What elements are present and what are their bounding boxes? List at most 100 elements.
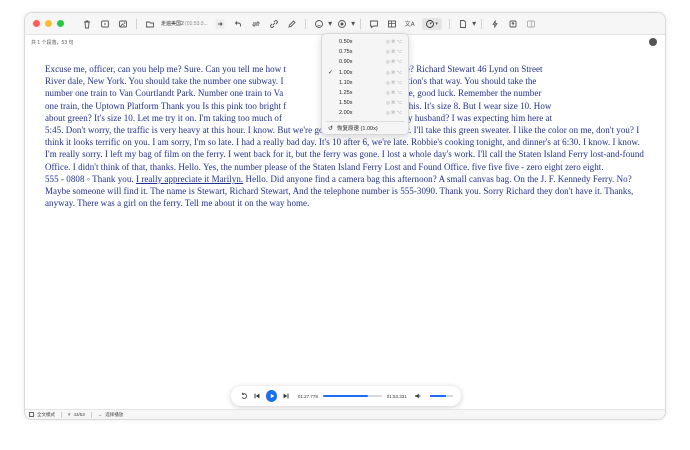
shortcut-hint-icon: ◎ ⌘ ⌥ [385, 79, 402, 85]
toolbar-divider [480, 18, 482, 29]
sidebar-icon[interactable] [525, 18, 537, 30]
arrow-right-icon[interactable] [214, 18, 226, 30]
speed-option[interactable]: 0.90x ◎ ⌘ ⌥ [322, 57, 408, 67]
view-mode-label: 全文模式 [37, 411, 55, 417]
translate-icon[interactable]: 文A [404, 18, 416, 30]
paragraph-count: 共 1 个段落，53 句 [31, 39, 74, 46]
sentence-counter: #43/53 [68, 412, 85, 417]
minimize-window-button[interactable] [45, 20, 52, 27]
speed-option-label: 1.00x [339, 69, 353, 76]
play-selection-label: 选择播放 [105, 411, 124, 417]
chevron-down-icon[interactable]: ▾ [472, 18, 477, 30]
zoom-window-button[interactable] [57, 20, 64, 27]
speed-option[interactable]: 1.25x ◎ ⌘ ⌥ [322, 88, 408, 98]
chevron-down-icon[interactable]: ▾ [351, 18, 356, 30]
archive-icon[interactable] [99, 18, 111, 30]
speed-options: 0.50x ◎ ⌘ ⌥ 0.75x ◎ ⌘ ⌥ 0.90x ◎ ⌘ ⌥ ✓ 1.00x ◎ ⌘ … [322, 37, 408, 119]
status-bar: 全文模式 #43/53 → 选择播放 [25, 409, 665, 419]
reset-speed-item[interactable]: ↺ 恢复原速 (1.00x) [322, 124, 408, 134]
shortcut-hint-icon: ◎ ⌘ ⌥ [385, 39, 402, 44]
file-title: 走遍美国2 (01:53:3... [161, 20, 208, 27]
reset-speed-label: 恢复原速 (1.00x) [337, 125, 378, 132]
shortcut-hint-icon: ◎ ⌘ ⌥ [385, 49, 402, 55]
speed-option[interactable]: 1.50x ◎ ⌘ ⌥ [322, 98, 408, 108]
current-time: 01:27.778 [297, 393, 318, 399]
speed-option-label: 0.75x [339, 49, 353, 56]
titlebar: 走遍美国2 (01:53:3... ▾ ▾ 文A ▾ ▾ [25, 13, 665, 35]
speed-option-label: 1.25x [339, 89, 353, 96]
audio-player: 01:27.778 01:53.331 [231, 386, 461, 406]
volume-slider[interactable] [430, 395, 453, 397]
text-segment: 555 - 0808 ◦ Thank you. [45, 173, 136, 184]
document-icon [29, 412, 34, 417]
toolbar-divider [359, 18, 361, 29]
progress-slider[interactable] [322, 395, 382, 397]
document-icon[interactable] [457, 18, 469, 30]
hash-icon: # [68, 412, 71, 417]
sentence-count: 43/53 [73, 412, 85, 417]
settings-icon[interactable] [649, 38, 657, 46]
link-icon[interactable] [268, 18, 280, 30]
arrow-right-icon: → [97, 412, 103, 417]
lightning-icon[interactable] [489, 18, 501, 30]
speed-option-label: 1.50x [339, 100, 353, 107]
view-mode[interactable]: 全文模式 [29, 412, 55, 418]
chevron-down-icon[interactable]: ▾ [328, 18, 333, 30]
text-segment: about green? It's size 10. Let me try it… [45, 112, 283, 123]
status-divider [61, 411, 62, 418]
speed-option-label: 0.90x [339, 59, 353, 66]
speed-option[interactable]: 2.00x ◎ ⌘ ⌥ [322, 108, 408, 118]
rewind-icon[interactable] [239, 391, 248, 401]
highlighted-sentence[interactable]: I really appreciate it Marilyn. [136, 174, 243, 184]
next-icon[interactable] [281, 391, 290, 401]
text-segment: Excuse me, officer, can you help me? Sur… [45, 64, 287, 74]
text-segment: one train, the Uptown Platform Thank you… [45, 100, 287, 111]
folder-icon[interactable] [144, 18, 156, 30]
reply-icon[interactable] [232, 18, 244, 30]
playback-speed-menu: 0.50x ◎ ⌘ ⌥ 0.75x ◎ ⌘ ⌥ 0.90x ◎ ⌘ ⌥ ✓ 1.00x ◎ ⌘ … [321, 33, 409, 135]
trash-icon[interactable] [81, 18, 93, 30]
toolbar-divider [304, 18, 306, 29]
text-segment: number one train to Van Courtlandt Park.… [45, 88, 284, 99]
volume-icon[interactable] [414, 391, 423, 401]
checkmark-icon: ✓ [328, 69, 334, 76]
total-time: 01:53.331 [386, 393, 407, 399]
speed-option[interactable]: ✓ 1.00x ◎ ⌘ ⌥ [322, 68, 408, 78]
close-window-button[interactable] [33, 20, 40, 27]
window-controls [33, 20, 64, 27]
comment-icon[interactable] [368, 18, 380, 30]
shortcut-hint-icon: ◎ ⌘ ⌥ [385, 89, 402, 95]
progress-fill [322, 395, 369, 397]
shortcut-hint-icon: ◎ ⌘ ⌥ [385, 100, 402, 106]
shortcut-hint-icon: ◎ ⌘ ⌥ [385, 110, 402, 116]
speed-option[interactable]: 0.75x ◎ ⌘ ⌥ [322, 47, 408, 57]
image-icon[interactable] [117, 18, 129, 30]
reset-icon: ↺ [328, 125, 334, 132]
speed-option[interactable]: 1.10x ◎ ⌘ ⌥ [322, 78, 408, 88]
text-segment: River dale, New York. You should take th… [45, 76, 284, 87]
app-window: 走遍美国2 (01:53:3... ▾ ▾ 文A ▾ ▾ 共 1 个段落，53 … [24, 12, 666, 420]
repeat-icon[interactable] [250, 18, 262, 30]
shortcut-hint-icon: ◎ ⌘ ⌥ [385, 59, 402, 65]
export-icon[interactable] [507, 18, 519, 30]
record-icon[interactable] [336, 18, 348, 30]
speed-option-label: 1.10x [339, 79, 353, 86]
speed-option-label: 2.00x [339, 110, 353, 117]
menu-divider [326, 120, 404, 122]
status-divider [90, 411, 92, 418]
shortcut-hint-icon: ◎ ⌘ ⌥ [385, 69, 402, 75]
previous-icon[interactable] [252, 391, 261, 401]
speed-option-label: 0.50x [339, 39, 353, 45]
volume-fill [430, 395, 447, 397]
toolbar-divider [136, 18, 137, 29]
playback-speed-button[interactable]: ▾ [421, 17, 442, 30]
file-name: 走遍美国2 [161, 21, 184, 27]
play-button[interactable] [265, 390, 278, 402]
toolbar: 走遍美国2 (01:53:3... ▾ ▾ 文A ▾ ▾ [78, 13, 540, 35]
toolbar-divider [448, 18, 450, 29]
emoji-icon[interactable] [313, 18, 325, 30]
speed-option[interactable]: 0.50x ◎ ⌘ ⌥ [322, 37, 408, 47]
edit-icon[interactable] [286, 18, 298, 30]
play-selection[interactable]: → 选择播放 [98, 412, 124, 418]
table-icon[interactable] [386, 18, 398, 30]
